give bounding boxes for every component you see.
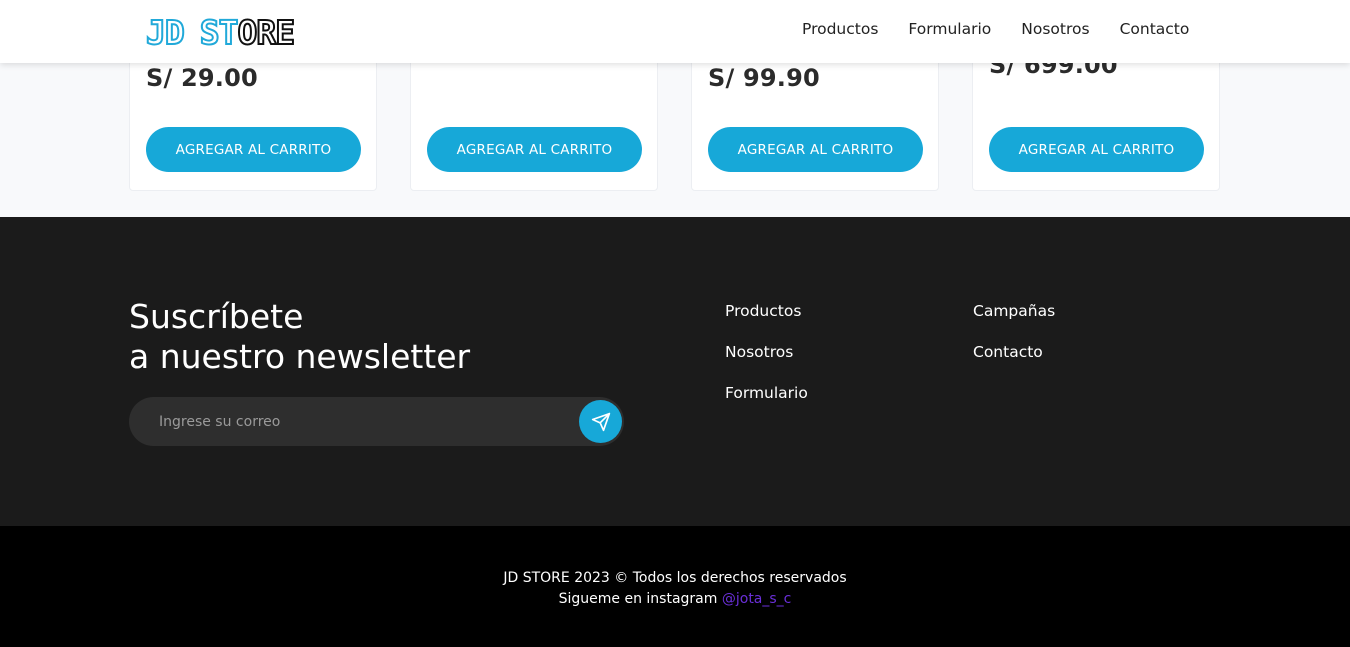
instagram-line: Sigueme en instagram @jota_s_c [0,589,1350,610]
add-to-cart-button[interactable]: AGREGAR AL CARRITO [146,127,361,172]
footer-link-contacto[interactable]: Contacto [973,342,1055,362]
nav-nosotros[interactable]: Nosotros [1021,20,1089,38]
footer-links-col2: Campañas Contacto [973,301,1055,362]
add-to-cart-button[interactable]: AGREGAR AL CARRITO [989,127,1204,172]
site-header: JD ST ORE Productos Formulario Nosotros … [0,0,1350,63]
footer-link-productos[interactable]: Productos [725,301,808,321]
paper-plane-icon [591,412,610,431]
footer-link-formulario[interactable]: Formulario [725,383,808,403]
newsletter-title-line1: Suscríbete [129,297,304,336]
copyright-text: JD STORE 2023 © Todos los derechos reser… [503,570,847,586]
copyright-block: JD STORE 2023 © Todos los derechos reser… [0,568,1350,610]
logo-part-jd: JD [145,12,186,53]
product-price: S/ 29.00 [146,64,258,92]
add-to-cart-button[interactable]: AGREGAR AL CARRITO [427,127,642,172]
newsletter-title: Suscríbete a nuestro newsletter [129,297,470,377]
footer-newsletter-section: Suscríbete a nuestro newsletter Producto… [0,217,1350,526]
footer-links-col1: Productos Nosotros Formulario [725,301,808,403]
nav-productos[interactable]: Productos [802,20,878,38]
email-input[interactable] [159,397,559,446]
instagram-link[interactable]: @jota_s_c [722,591,792,607]
product-price: S/ 99.90 [708,64,820,92]
newsletter-form [129,397,624,446]
instagram-prefix: Sigueme en instagram [558,591,718,607]
nav-contacto[interactable]: Contacto [1120,20,1190,38]
footer-link-nosotros[interactable]: Nosotros [725,342,808,362]
send-button[interactable] [579,400,622,443]
logo-part-st: ST [199,12,240,53]
main-nav: Productos Formulario Nosotros Contacto [802,20,1189,38]
footer-bottom: JD STORE 2023 © Todos los derechos reser… [0,526,1350,647]
add-to-cart-button[interactable]: AGREGAR AL CARRITO [708,127,923,172]
footer-link-campanas[interactable]: Campañas [973,301,1055,321]
nav-formulario[interactable]: Formulario [908,20,991,38]
newsletter-title-line2: a nuestro newsletter [129,337,471,376]
logo-part-ore: ORE [237,12,297,53]
store-logo[interactable]: JD ST ORE [145,12,297,53]
